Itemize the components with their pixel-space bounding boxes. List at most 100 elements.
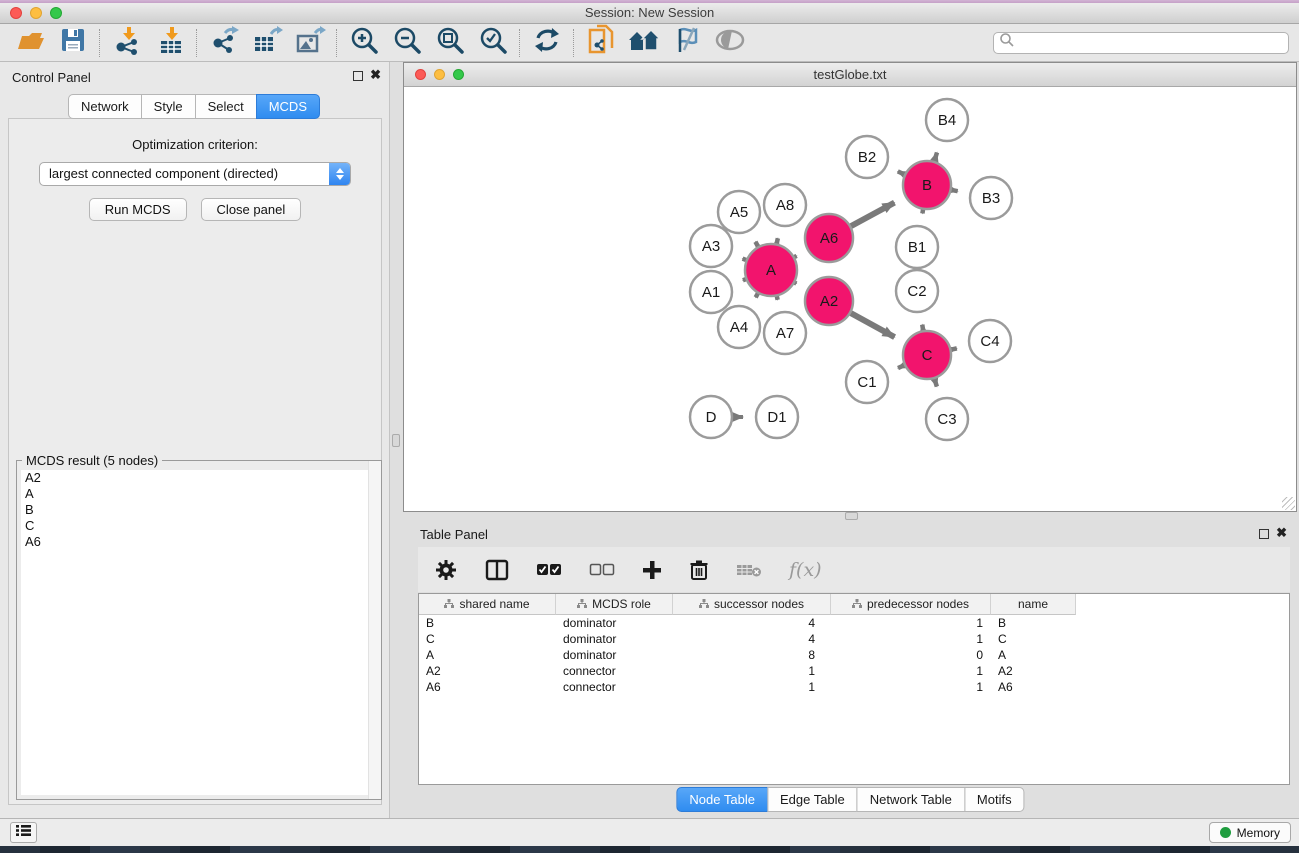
mcds-result-item[interactable]: A2 (21, 470, 377, 486)
search-field[interactable] (993, 32, 1289, 54)
tab-motifs[interactable]: Motifs (964, 787, 1025, 812)
zoom-selected-button[interactable] (471, 26, 514, 60)
edge-A-A4[interactable] (756, 294, 758, 298)
edge-A-A3[interactable] (743, 259, 746, 260)
network-canvas[interactable]: B4B2BB3A5A8A6A3B1AA1C2A2A4A7C4CC1DD1C3 (404, 87, 1296, 511)
table-cell[interactable]: A6 (419, 680, 556, 694)
import-table-button[interactable] (148, 26, 191, 60)
vertical-splitter-grip[interactable] (392, 434, 400, 447)
float-table-panel-icon[interactable] (1259, 529, 1269, 539)
column-split-icon[interactable] (485, 556, 509, 584)
edge-C-C4[interactable] (951, 348, 956, 349)
minimize-network-button[interactable] (434, 69, 445, 80)
save-session-button[interactable] (51, 26, 94, 60)
tab-select[interactable]: Select (195, 94, 257, 119)
table-cell[interactable]: B (419, 616, 556, 630)
table-cell[interactable]: A2 (419, 664, 556, 678)
edge-A-A1[interactable] (743, 279, 746, 280)
close-window-button[interactable] (10, 7, 22, 19)
float-panel-icon[interactable] (353, 71, 363, 81)
table-cell[interactable]: A (991, 648, 1076, 662)
edge-A-A5[interactable] (755, 242, 758, 247)
edge-C-C3[interactable] (934, 379, 936, 387)
table-cell[interactable]: 1 (673, 664, 831, 678)
gear-icon[interactable] (434, 556, 458, 584)
mcds-result-item[interactable]: B (21, 502, 377, 518)
tab-style[interactable]: Style (141, 94, 196, 119)
show-panels-button[interactable] (10, 822, 37, 843)
edge-C-C2[interactable] (922, 325, 923, 331)
column-header-MCDS-role[interactable]: MCDS role (556, 594, 673, 615)
maximize-window-button[interactable] (50, 7, 62, 19)
table-row[interactable]: A6connector11A6 (419, 679, 1289, 695)
import-network-button[interactable] (105, 26, 148, 60)
criterion-dropdown[interactable]: largest connected component (directed) (39, 162, 351, 186)
table-cell[interactable]: 4 (673, 616, 831, 630)
tab-mcds[interactable]: MCDS (256, 94, 320, 119)
export-image-button[interactable] (288, 26, 331, 60)
window-resize-grip[interactable] (1282, 497, 1295, 510)
tab-node-table[interactable]: Node Table (676, 787, 768, 812)
edge-A-A6[interactable] (795, 256, 797, 257)
maximize-network-button[interactable] (453, 69, 464, 80)
mcds-result-list[interactable]: A2ABCA6 (21, 470, 377, 795)
network-window-titlebar[interactable]: testGlobe.txt (404, 63, 1296, 87)
tab-network[interactable]: Network (68, 94, 142, 119)
function-builder-icon[interactable]: f(x) (789, 559, 822, 581)
edge-A-A2[interactable] (795, 283, 797, 284)
close-network-button[interactable] (415, 69, 426, 80)
mcds-list-scrollbar[interactable] (368, 461, 381, 799)
clone-network-button[interactable] (579, 26, 622, 60)
table-cell[interactable]: 0 (831, 648, 991, 662)
show-view-button[interactable] (708, 26, 751, 60)
table-cell[interactable]: 4 (673, 632, 831, 646)
table-row[interactable]: Cdominator41C (419, 631, 1289, 647)
table-cell[interactable]: 1 (831, 616, 991, 630)
zoom-in-button[interactable] (342, 26, 385, 60)
table-cell[interactable]: connector (556, 680, 673, 694)
table-cell[interactable]: A2 (991, 664, 1076, 678)
edge-A-A8[interactable] (777, 238, 778, 243)
edge-A2-C[interactable] (851, 313, 895, 337)
memory-button[interactable]: Memory (1209, 822, 1291, 843)
search-input[interactable] (1015, 36, 1283, 50)
export-network-button[interactable] (202, 26, 245, 60)
edge-B-B2[interactable] (898, 171, 905, 174)
hide-details-button[interactable] (665, 26, 708, 60)
edge-C-C1[interactable] (898, 365, 904, 368)
table-row[interactable]: Adominator80A (419, 647, 1289, 663)
add-column-icon[interactable] (642, 556, 662, 584)
table-cell[interactable]: A6 (991, 680, 1076, 694)
table-row[interactable]: Bdominator41B (419, 615, 1289, 631)
table-cell[interactable]: 8 (673, 648, 831, 662)
deselect-all-icon[interactable] (589, 556, 615, 584)
table-cell[interactable]: B (991, 616, 1076, 630)
table-cell[interactable]: C (419, 632, 556, 646)
open-session-button[interactable] (8, 26, 51, 60)
refresh-button[interactable] (525, 26, 568, 60)
table-cell[interactable]: dominator (556, 632, 673, 646)
tab-edge-table[interactable]: Edge Table (767, 787, 858, 812)
select-all-icon[interactable] (536, 556, 562, 584)
table-row[interactable]: A2connector11A2 (419, 663, 1289, 679)
edge-A-A7[interactable] (777, 296, 778, 299)
table-cell[interactable]: connector (556, 664, 673, 678)
table-cell[interactable]: 1 (831, 632, 991, 646)
table-cell[interactable]: C (991, 632, 1076, 646)
horizontal-splitter-grip[interactable] (845, 512, 858, 520)
zoom-fit-button[interactable] (428, 26, 471, 60)
table-cell[interactable]: dominator (556, 648, 673, 662)
table-cell[interactable]: 1 (673, 680, 831, 694)
mcds-result-item[interactable]: A6 (21, 534, 377, 550)
column-header-predecessor-nodes[interactable]: predecessor nodes (831, 594, 991, 615)
column-header-shared-name[interactable]: shared name (419, 594, 556, 615)
close-panel-button[interactable]: Close panel (201, 198, 302, 221)
home-button[interactable] (622, 26, 665, 60)
tab-network-table[interactable]: Network Table (857, 787, 965, 812)
run-mcds-button[interactable]: Run MCDS (89, 198, 187, 221)
edge-B-B1[interactable] (922, 210, 923, 214)
table-cell[interactable]: dominator (556, 616, 673, 630)
table-cell[interactable]: 1 (831, 664, 991, 678)
edge-B-B4[interactable] (934, 152, 937, 161)
mcds-result-item[interactable]: C (21, 518, 377, 534)
